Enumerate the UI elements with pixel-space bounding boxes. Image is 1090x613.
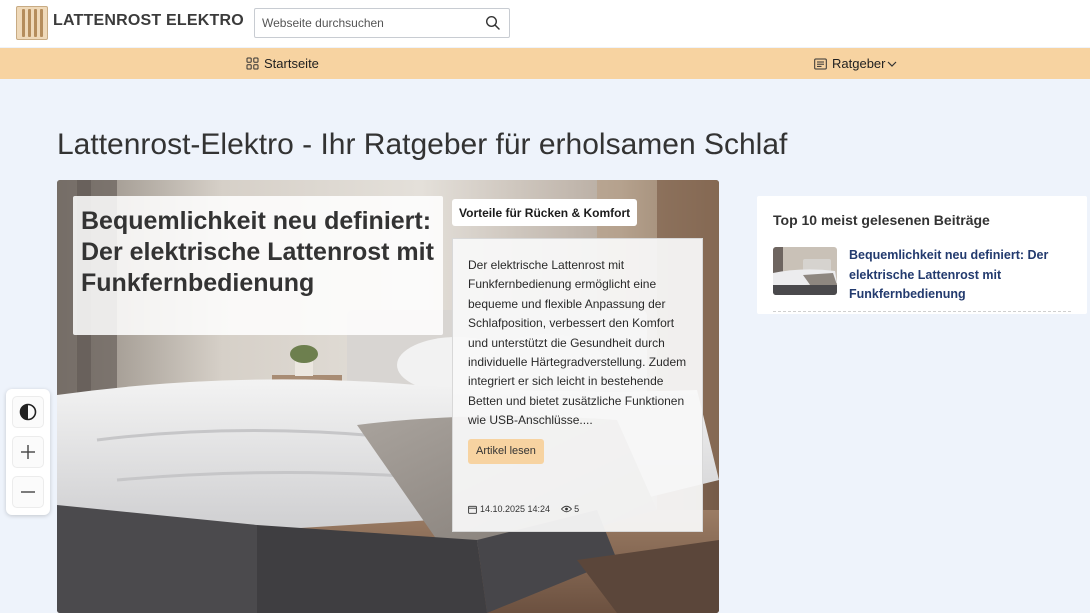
contrast-button[interactable] [12, 396, 44, 428]
article-meta: 14.10.2025 14:24 5 [468, 504, 579, 514]
read-article-button[interactable]: Artikel lesen [468, 438, 544, 464]
site-logo-text[interactable]: LATTENROST ELEKTRO [53, 12, 244, 30]
nav-item-startseite[interactable]: Startseite [246, 48, 319, 79]
main-nav: Startseite Ratgeber [0, 48, 1090, 79]
eye-icon [561, 505, 573, 513]
top-posts-widget: Top 10 meist gelesenen Beiträge Bequemli… [757, 196, 1087, 314]
page-title: Lattenrost-Elektro - Ihr Ratgeber für er… [57, 128, 788, 161]
nav-item-ratgeber[interactable]: Ratgeber [814, 48, 897, 79]
search-icon[interactable] [485, 15, 501, 31]
zoom-out-icon [21, 491, 35, 493]
post-thumbnail[interactable] [773, 247, 837, 295]
contrast-icon [19, 403, 37, 421]
article-date: 14.10.2025 14:24 [480, 504, 551, 514]
zoom-out-button[interactable] [12, 476, 44, 508]
grid-icon [246, 57, 259, 70]
excerpt-card: Der elektrische Lattenrost mit Funkfernb… [452, 238, 703, 532]
article-views: 5 [561, 504, 579, 514]
nav-item-label: Startseite [264, 56, 319, 71]
logo-icon[interactable] [16, 6, 48, 40]
featured-article[interactable]: Bequemlichkeit neu definiert: Der elektr… [57, 180, 719, 613]
top-post-link[interactable]: Bequemlichkeit neu definiert: Der elektr… [849, 246, 1071, 311]
nav-item-label: Ratgeber [832, 56, 886, 71]
top-posts-title: Top 10 meist gelesenen Beiträge [773, 212, 990, 228]
accessibility-toolbar [6, 389, 50, 515]
zoom-in-icon [21, 445, 35, 459]
calendar-icon [468, 505, 477, 514]
views-count: 5 [574, 504, 580, 514]
top-post-item[interactable]: Bequemlichkeit neu definiert: Der elektr… [773, 247, 1071, 312]
featured-title[interactable]: Bequemlichkeit neu definiert: Der elektr… [81, 206, 435, 299]
featured-excerpt: Der elektrische Lattenrost mit Funkfernb… [468, 258, 687, 428]
search-input[interactable] [255, 9, 479, 37]
zoom-in-button[interactable] [12, 436, 44, 468]
chevron-down-icon [888, 61, 897, 67]
featured-title-box: Bequemlichkeit neu definiert: Der elektr… [73, 196, 443, 335]
category-badge[interactable]: Vorteile für Rücken & Komfort [452, 199, 638, 226]
search-box [254, 8, 510, 38]
site-header: LATTENROST ELEKTRO [0, 0, 1090, 47]
newspaper-icon [814, 58, 827, 69]
